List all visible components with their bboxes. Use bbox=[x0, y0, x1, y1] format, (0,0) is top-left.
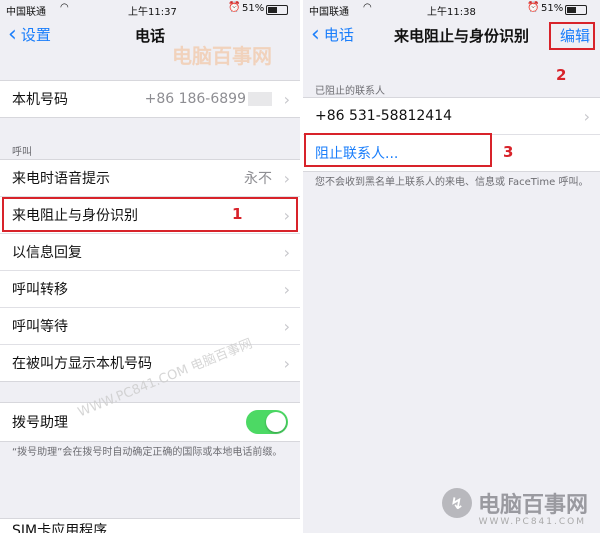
battery-percent: 51% bbox=[242, 3, 265, 14]
brand-logo-name: 电脑百事网 bbox=[477, 493, 588, 518]
my-number-label: 本机号码 bbox=[12, 92, 68, 108]
my-number-group: 本机号码 +86 186-6899 › bbox=[0, 80, 300, 118]
blocked-contact-number: +86 531-58812414 bbox=[315, 108, 453, 124]
call-item-forwarding[interactable]: 呼叫转移 › bbox=[0, 271, 300, 308]
chevron-right-icon: › bbox=[283, 316, 290, 336]
chevron-right-icon: › bbox=[283, 353, 290, 373]
chevron-right-icon: › bbox=[283, 168, 290, 188]
alarm-icon: ⏰ bbox=[527, 2, 540, 13]
dial-assist-row: 拨号助理 bbox=[0, 403, 300, 441]
annotation-number-2: 2 bbox=[556, 66, 567, 84]
call-blocking-screen: 中国联通 ◠ 上午11:38 ⏰ 51% ‹ 电话 来电阻止与身份识别 编辑 已… bbox=[303, 0, 600, 533]
annotation-number-3: 3 bbox=[503, 143, 514, 161]
brand-logo: ↯ 电脑百事网 WWW.PC841.COM bbox=[441, 487, 588, 527]
blocking-footnote: 您不会收到黑名单上联系人的来电、信息或 FaceTime 呼叫。 bbox=[315, 177, 589, 188]
battery-icon bbox=[565, 5, 587, 15]
status-bar: 中国联通 ◠ 上午11:37 ⏰ 51% bbox=[0, 0, 300, 18]
status-time: 上午11:37 bbox=[128, 7, 177, 18]
phone-settings-screen: 中国联通 ◠ 上午11:37 ⏰ 51% ‹ 设置 电话 本机号码 +86 18… bbox=[0, 0, 300, 533]
block-contact-button[interactable]: 阻止联系人... bbox=[303, 135, 600, 171]
call-item-blocking[interactable]: 来电阻止与身份识别 › bbox=[0, 197, 300, 234]
chevron-right-icon: › bbox=[583, 106, 590, 126]
alarm-icon: ⏰ bbox=[228, 2, 241, 13]
chevron-right-icon: › bbox=[283, 205, 290, 225]
sim-apps-group: SIM卡应用程序 bbox=[0, 518, 300, 533]
sim-apps-row[interactable]: SIM卡应用程序 bbox=[0, 519, 300, 533]
call-settings-group: 来电时语音提示 永不 › 来电阻止与身份识别 › 以信息回复 › 呼叫转移 › … bbox=[0, 159, 300, 382]
call-item-label: 在被叫方显示本机号码 bbox=[12, 356, 152, 372]
block-contact-label: 阻止联系人... bbox=[315, 146, 399, 162]
brand-logo-url: WWW.PC841.COM bbox=[478, 517, 586, 527]
call-item-waiting[interactable]: 呼叫等待 › bbox=[0, 308, 300, 345]
call-item-voice-prompt[interactable]: 来电时语音提示 永不 › bbox=[0, 160, 300, 197]
call-item-value: 永不 bbox=[244, 171, 272, 187]
my-number-value: +86 186-6899 bbox=[145, 91, 272, 107]
nav-bar: ‹ 电话 来电阻止与身份识别 编辑 bbox=[303, 18, 600, 50]
chevron-right-icon: › bbox=[283, 242, 290, 262]
my-number-row[interactable]: 本机号码 +86 186-6899 › bbox=[0, 81, 300, 117]
status-bar: 中国联通 ◠ 上午11:38 ⏰ 51% bbox=[303, 0, 600, 18]
dial-assist-label: 拨号助理 bbox=[12, 415, 68, 431]
status-time: 上午11:38 bbox=[427, 7, 476, 18]
call-item-label: 以信息回复 bbox=[12, 245, 82, 261]
blocked-contacts-group: +86 531-58812414 › 阻止联系人... bbox=[303, 97, 600, 172]
battery-percent: 51% bbox=[541, 3, 564, 14]
brand-logo-icon: ↯ bbox=[441, 488, 472, 518]
battery-icon bbox=[266, 5, 288, 15]
carrier-label: 中国联通 bbox=[309, 7, 349, 18]
chevron-right-icon: › bbox=[283, 279, 290, 299]
dial-assist-group: 拨号助理 bbox=[0, 402, 300, 442]
page-title: 来电阻止与身份识别 bbox=[393, 27, 529, 45]
wifi-icon: ◠ bbox=[60, 2, 69, 13]
dial-assist-toggle[interactable] bbox=[246, 410, 288, 434]
sim-apps-label: SIM卡应用程序 bbox=[12, 523, 108, 533]
call-item-label: 来电阻止与身份识别 bbox=[12, 208, 138, 224]
toggle-knob bbox=[266, 412, 286, 432]
section-header-blocked: 已阻止的联系人 bbox=[315, 86, 385, 97]
wifi-icon: ◠ bbox=[363, 2, 372, 13]
blocked-contact-row[interactable]: +86 531-58812414 › bbox=[303, 98, 600, 135]
watermark-logo: 电脑百事网 bbox=[172, 44, 272, 68]
call-item-label: 来电时语音提示 bbox=[12, 171, 110, 187]
call-item-reply-message[interactable]: 以信息回复 › bbox=[0, 234, 300, 271]
carrier-label: 中国联通 bbox=[6, 7, 46, 18]
call-item-label: 呼叫等待 bbox=[12, 319, 68, 335]
call-item-label: 呼叫转移 bbox=[12, 282, 68, 298]
dial-assist-note: “拨号助理”会在拨号时自动确定正确的国际或本地电话前缀。 bbox=[12, 447, 283, 458]
edit-button[interactable]: 编辑 bbox=[560, 25, 590, 46]
annotation-number-1: 1 bbox=[232, 205, 243, 223]
chevron-right-icon: › bbox=[283, 89, 290, 109]
section-header-calls: 呼叫 bbox=[12, 147, 32, 158]
